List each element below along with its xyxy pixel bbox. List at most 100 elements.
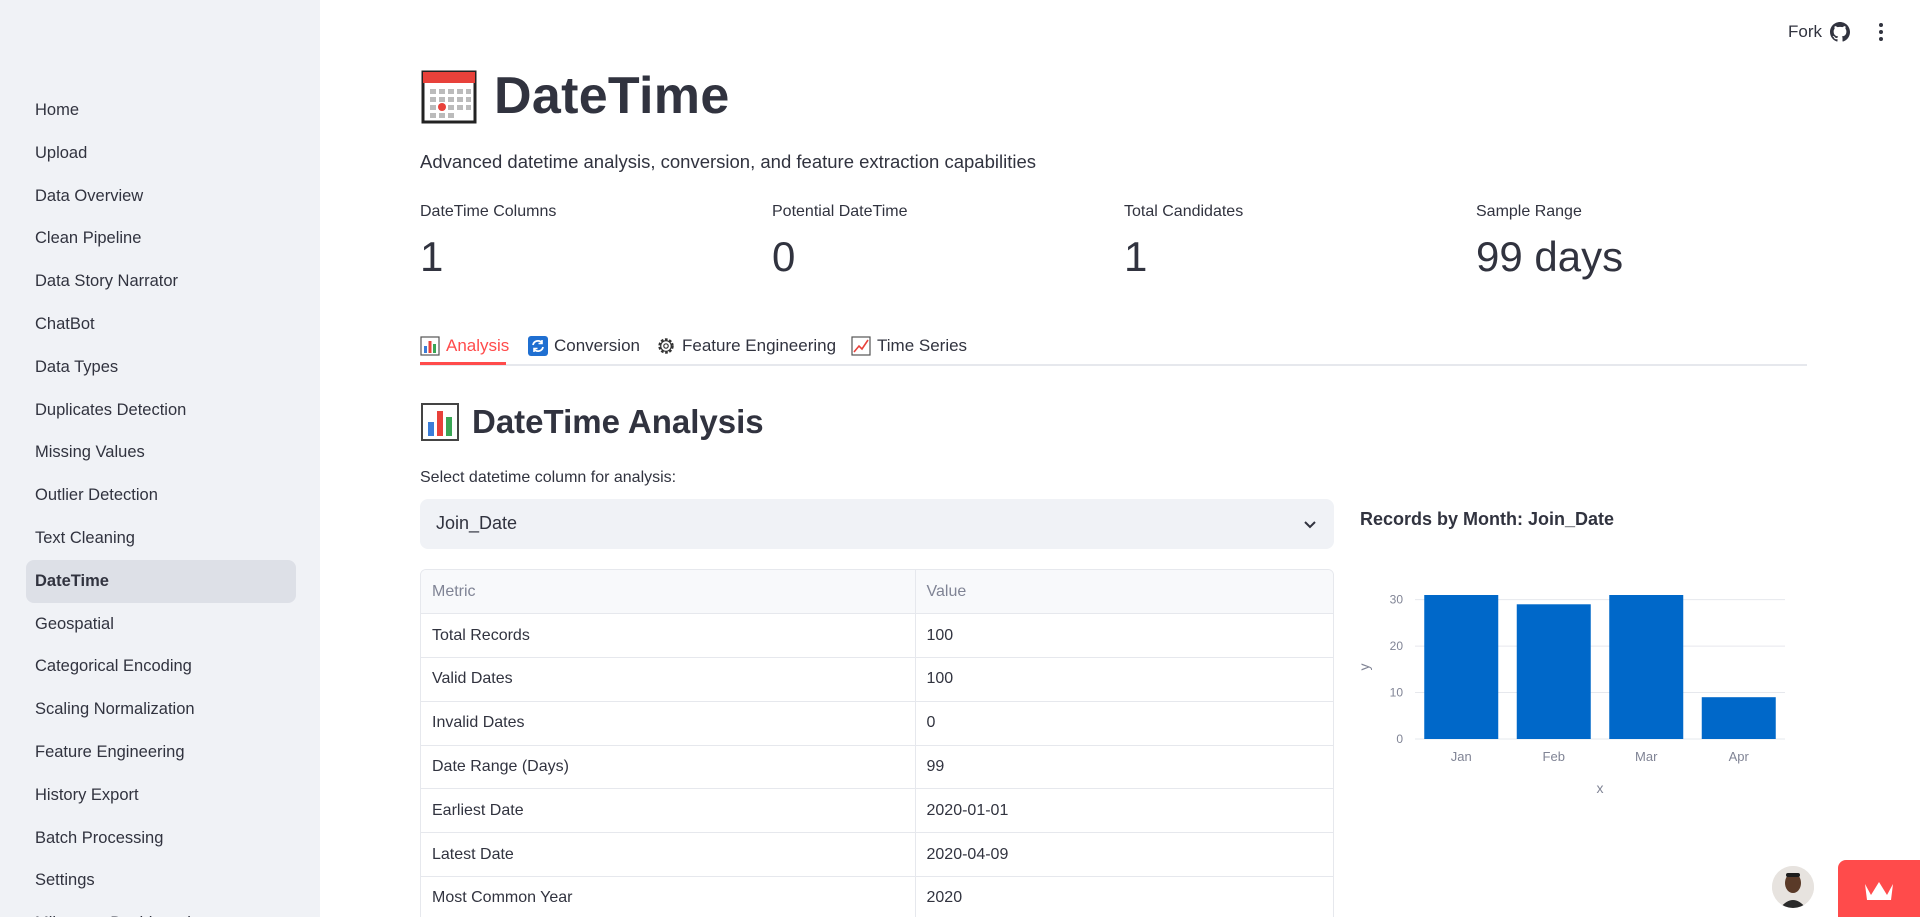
metric-label: Sample Range — [1476, 203, 1582, 220]
bar — [1609, 595, 1684, 739]
table-row: Invalid Dates 0 — [421, 701, 1333, 746]
sidebar: Home Upload Data Overview Clean Pipeline… — [0, 0, 320, 917]
tab-conversion[interactable]: Conversion — [528, 328, 640, 364]
metric-value: 99 days — [1476, 233, 1624, 280]
github-icon[interactable] — [1830, 22, 1850, 42]
sidebar-item-chatbot[interactable]: ChatBot — [26, 303, 296, 346]
metric-label: DateTime Columns — [420, 203, 557, 220]
y-tick-label: 10 — [1390, 686, 1404, 700]
sidebar-item-batch-processing[interactable]: Batch Processing — [26, 817, 296, 860]
table-row: Total Records 100 — [421, 613, 1333, 659]
metrics-table: Metric Value Total Records 100 Valid Dat… — [420, 569, 1334, 917]
table-header-cell: Metric — [421, 570, 916, 615]
tab-label: Conversion — [554, 336, 640, 355]
tab-label: Feature Engineering — [682, 336, 837, 355]
y-axis-label: y — [1356, 664, 1372, 671]
metric-label: Potential DateTime — [772, 203, 908, 220]
tab-label: Analysis — [446, 336, 510, 355]
records-by-month-chart: 0 10 20 30 Jan Feb Mar Apr x y — [1356, 593, 1785, 796]
sidebar-item-milestone-dashboard[interactable]: Milestone Dashboard — [26, 902, 296, 917]
table-cell: Earliest Date — [421, 788, 916, 834]
page-title: DateTime — [494, 67, 730, 125]
bar-chart-icon — [421, 403, 459, 441]
table-header-row: Metric Value — [421, 570, 1333, 615]
chart-title: Records by Month: Join_Date — [1360, 509, 1615, 529]
sidebar-item-categorical-encoding[interactable]: Categorical Encoding — [26, 645, 296, 688]
section-title: DateTime Analysis — [472, 403, 764, 440]
bar — [1516, 604, 1591, 739]
sidebar-item-data-story-narrator[interactable]: Data Story Narrator — [26, 260, 296, 303]
sidebar-item-duplicates-detection[interactable]: Duplicates Detection — [26, 389, 296, 432]
sidebar-item-home[interactable]: Home — [26, 89, 296, 132]
table-cell: Valid Dates — [421, 657, 916, 702]
metric-value: 0 — [772, 233, 796, 280]
x-tick-label: Jan — [1451, 749, 1472, 764]
active-tab-indicator — [420, 362, 506, 365]
y-tick-label: 20 — [1390, 639, 1404, 653]
table-cell: 100 — [915, 613, 1333, 659]
select-value: Join_Date — [436, 513, 518, 533]
table-row: Valid Dates 100 — [421, 657, 1333, 702]
line-chart-icon — [851, 336, 871, 356]
table-row: Earliest Date 2020-01-01 — [421, 788, 1333, 834]
chevron-down-icon — [1304, 521, 1316, 529]
section-header: DateTime Analysis — [420, 398, 764, 446]
metric-value: 1 — [1124, 233, 1148, 280]
table-header-cell: Value — [915, 570, 1333, 615]
metric-total-candidates: Total Candidates 1 — [1124, 203, 1464, 281]
tab-bar: Analysis Conversion Feature Engineering … — [420, 322, 1807, 366]
metric-label: Total Candidates — [1124, 203, 1244, 220]
table-cell: 99 — [915, 745, 1333, 790]
sidebar-item-geospatial[interactable]: Geospatial — [26, 603, 296, 646]
table-row: Most Common Year 2020 — [421, 876, 1333, 917]
sidebar-item-feature-engineering[interactable]: Feature Engineering — [26, 731, 296, 774]
table-cell: 2020-04-09 — [915, 832, 1333, 878]
tab-time-series[interactable]: Time Series — [851, 328, 967, 364]
sidebar-item-scaling-normalization[interactable]: Scaling Normalization — [26, 688, 296, 731]
tab-feature-engineering[interactable]: Feature Engineering — [656, 328, 836, 364]
gear-icon — [658, 338, 674, 354]
metric-potential-datetime: Potential DateTime 0 — [772, 203, 1112, 281]
table-cell: Invalid Dates — [421, 701, 916, 746]
refresh-icon — [528, 336, 548, 356]
user-avatar-icon — [1772, 866, 1814, 908]
streamlit-badge-button[interactable] — [1838, 860, 1920, 917]
crown-icon — [1865, 882, 1893, 900]
table-cell: 2020-01-01 — [915, 788, 1333, 834]
avatar[interactable] — [1772, 866, 1814, 908]
metric-datetime-columns: DateTime Columns 1 — [420, 203, 760, 281]
y-tick-label: 30 — [1390, 593, 1404, 607]
select-label: Select datetime column for analysis: — [420, 469, 677, 486]
sidebar-item-datetime[interactable]: DateTime — [26, 559, 296, 603]
sidebar-item-upload[interactable]: Upload — [26, 132, 296, 175]
table-cell: 0 — [915, 701, 1333, 746]
page-subtitle: Advanced datetime analysis, conversion, … — [420, 151, 1036, 172]
metric-sample-range: Sample Range 99 days — [1476, 203, 1816, 281]
metrics-row: DateTime Columns 1 Potential DateTime 0 … — [420, 203, 1807, 283]
table-cell: Date Range (Days) — [421, 745, 916, 790]
sidebar-item-outlier-detection[interactable]: Outlier Detection — [26, 474, 296, 517]
bar — [1701, 697, 1776, 739]
calendar-icon — [421, 70, 477, 124]
sidebar-item-missing-values[interactable]: Missing Values — [26, 431, 296, 474]
x-axis-label: x — [1597, 780, 1604, 796]
main-content: DateTime Advanced datetime analysis, con… — [420, 0, 1807, 917]
sidebar-nav: Home Upload Data Overview Clean Pipeline… — [26, 89, 296, 917]
sidebar-item-data-overview[interactable]: Data Overview — [26, 175, 296, 218]
table-row: Latest Date 2020-04-09 — [421, 832, 1333, 878]
sidebar-item-clean-pipeline[interactable]: Clean Pipeline — [26, 217, 296, 260]
table-row: Date Range (Days) 99 — [421, 745, 1333, 790]
table-cell: Total Records — [421, 613, 916, 659]
table-cell: 100 — [915, 657, 1333, 702]
app-root: Home Upload Data Overview Clean Pipeline… — [0, 0, 1920, 917]
sidebar-item-settings[interactable]: Settings — [26, 859, 296, 902]
sidebar-item-history-export[interactable]: History Export — [26, 774, 296, 817]
sidebar-item-text-cleaning[interactable]: Text Cleaning — [26, 517, 296, 560]
tab-analysis[interactable]: Analysis — [420, 328, 509, 364]
x-tick-label: Apr — [1729, 749, 1750, 764]
metric-value: 1 — [420, 233, 444, 280]
table-cell: Latest Date — [421, 832, 916, 878]
column-select[interactable]: Join_Date — [420, 499, 1334, 549]
sidebar-item-data-types[interactable]: Data Types — [26, 346, 296, 389]
more-options-icon[interactable] — [1876, 22, 1886, 42]
